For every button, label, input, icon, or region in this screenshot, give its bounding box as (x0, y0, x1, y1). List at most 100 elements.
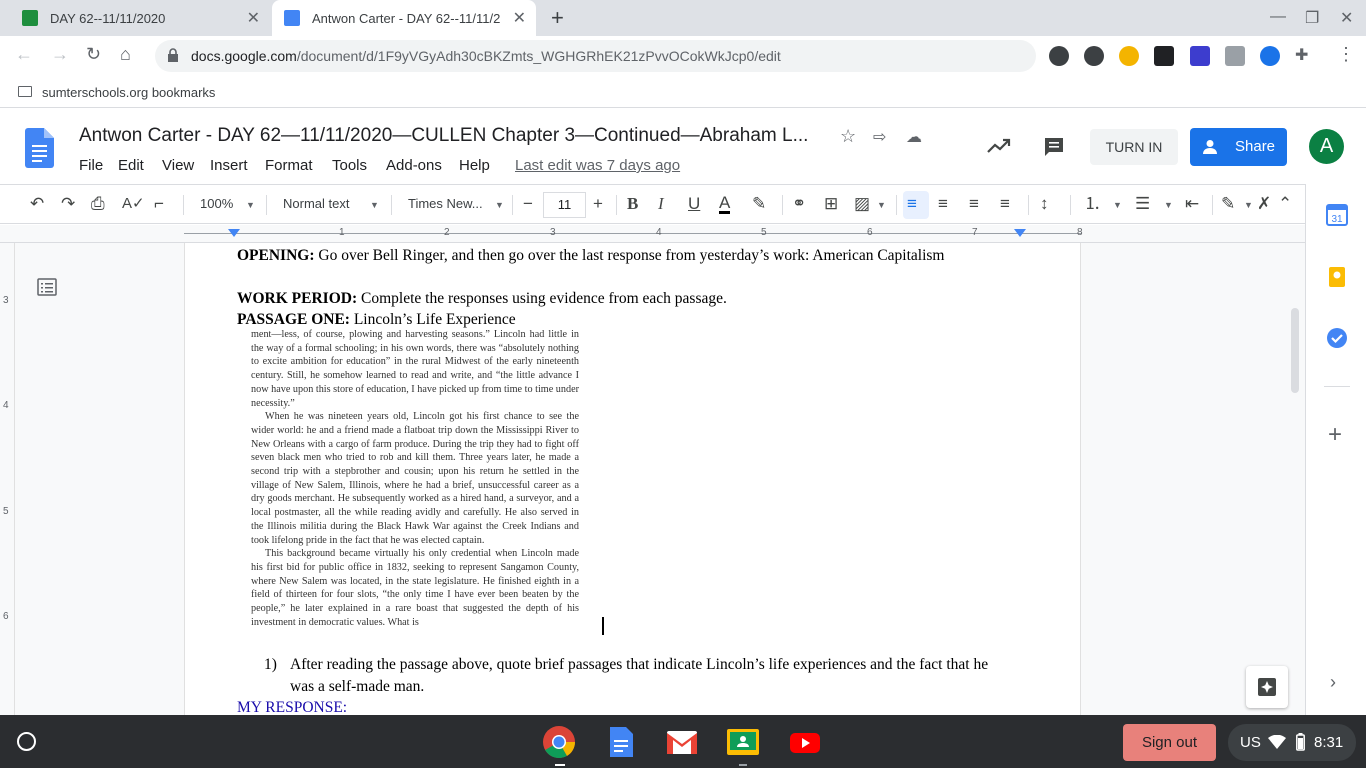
sign-out-button[interactable]: Sign out (1123, 724, 1216, 761)
docs-icon[interactable] (604, 725, 638, 759)
status-tray[interactable]: US 8:31 (1228, 724, 1356, 761)
extension-robot-icon[interactable] (1154, 46, 1174, 66)
decrease-indent-icon[interactable]: ⇤ (1185, 195, 1199, 213)
font-size-input[interactable]: 11 (543, 192, 586, 218)
new-tab-button[interactable]: + (551, 5, 564, 31)
menu-format[interactable]: Format (265, 157, 313, 174)
docs-logo-icon[interactable] (25, 128, 54, 168)
decrease-font-size-icon[interactable]: − (523, 195, 533, 213)
left-indent-marker[interactable] (228, 229, 240, 237)
italic-icon[interactable]: I (658, 195, 664, 213)
align-center-icon[interactable]: ≡ (938, 195, 948, 213)
align-left-icon[interactable]: ≡ (907, 195, 917, 213)
last-edit-link[interactable]: Last edit was 7 days ago (515, 157, 680, 174)
collapse-menus-icon[interactable]: ⌃ (1278, 195, 1292, 213)
document-title[interactable]: Antwon Carter - DAY 62—11/11/2020—CULLEN… (79, 125, 808, 147)
scrollbar-thumb[interactable] (1291, 308, 1299, 393)
keep-icon[interactable] (1326, 266, 1348, 288)
close-icon[interactable]: ✕ (247, 8, 260, 28)
reload-icon[interactable]: ↻ (86, 44, 101, 65)
wifi-icon (1268, 735, 1286, 749)
clear-formatting-icon[interactable]: ✗ (1257, 195, 1271, 213)
extension-shield-icon[interactable] (1049, 46, 1069, 66)
bold-icon[interactable]: B (627, 195, 638, 213)
paragraph-style-select[interactable]: Normal text (283, 196, 349, 211)
move-folder-icon[interactable]: ⇨ (873, 127, 886, 147)
bulleted-list-icon[interactable]: ☰ (1135, 195, 1150, 213)
launcher-button[interactable] (17, 732, 36, 751)
passage-scan-image[interactable]: ment—less, of course, plowing and harves… (251, 328, 579, 640)
home-icon[interactable]: ⌂ (120, 44, 131, 65)
menu-insert[interactable]: Insert (210, 157, 248, 174)
extension-shield-check-icon[interactable] (1260, 46, 1280, 66)
forward-icon[interactable]: → (51, 44, 69, 65)
tasks-icon[interactable] (1326, 327, 1348, 349)
extension-c-icon[interactable] (1190, 46, 1210, 66)
align-right-icon[interactable]: ≡ (969, 195, 979, 213)
comment-icon[interactable] (1043, 136, 1065, 158)
menu-tools[interactable]: Tools (332, 157, 367, 174)
folder-icon (18, 86, 32, 97)
chevron-down-icon: ▼ (1113, 200, 1122, 210)
text-color-icon[interactable]: A (719, 194, 731, 214)
chrome-icon[interactable] (542, 725, 576, 759)
classroom-icon[interactable] (726, 725, 760, 759)
star-icon[interactable]: ☆ (840, 126, 856, 147)
add-addon-icon[interactable]: + (1328, 421, 1342, 449)
font-select[interactable]: Times New... (408, 196, 483, 211)
zoom-select[interactable]: 100% (200, 196, 233, 211)
print-icon[interactable]: ⎙ (91, 195, 105, 213)
extension-globe-icon[interactable] (1119, 46, 1139, 66)
menu-addons[interactable]: Add-ons (386, 157, 442, 174)
right-indent-marker[interactable] (1014, 229, 1026, 237)
document-outline-icon[interactable] (37, 278, 57, 296)
paint-format-icon[interactable]: ⌐ (154, 195, 164, 213)
line-spacing-icon[interactable]: ↕ (1040, 195, 1049, 213)
address-bar[interactable]: docs.google.com/document/d/1F9yVGyAdh30c… (155, 40, 1036, 72)
window-close-icon[interactable]: ✕ (1340, 8, 1353, 28)
justify-icon[interactable]: ≡ (1000, 195, 1010, 213)
menu-edit[interactable]: Edit (118, 157, 144, 174)
avatar[interactable]: A (1309, 129, 1344, 164)
docs-header: Antwon Carter - DAY 62—11/11/2020—CULLEN… (0, 108, 1366, 184)
insert-link-icon[interactable]: ⚭ (792, 195, 806, 213)
spellcheck-icon[interactable]: A✓ (122, 195, 145, 213)
turn-in-button[interactable]: TURN IN (1090, 129, 1178, 165)
editing-mode-icon[interactable]: ✎ (1221, 195, 1235, 213)
numbered-list-icon[interactable]: ⒈ (1084, 195, 1101, 213)
cloud-status-icon[interactable]: ☁ (906, 127, 922, 147)
youtube-icon[interactable] (788, 725, 822, 759)
highlight-icon[interactable]: ✎ (752, 195, 766, 213)
opening-label: OPENING: (237, 247, 315, 264)
menu-view[interactable]: View (162, 157, 194, 174)
extension-shield-icon[interactable] (1084, 46, 1104, 66)
bookmark-folder[interactable]: sumterschools.org bookmarks (42, 85, 215, 100)
document-page[interactable]: OPENING: Go over Bell Ringer, and then g… (184, 243, 1081, 715)
close-icon[interactable]: ✕ (513, 8, 526, 28)
chevron-right-icon[interactable]: › (1330, 672, 1336, 693)
more-vert-icon[interactable]: ⋮ (1337, 44, 1355, 65)
activity-trend-icon[interactable] (987, 138, 1011, 154)
insert-image-icon[interactable]: ▨ (854, 195, 870, 213)
ruler-number: 1 (339, 227, 345, 238)
tab-docs[interactable]: Antwon Carter - DAY 62--11/11/2 ✕ (272, 0, 536, 36)
calendar-icon[interactable]: 31 (1326, 204, 1348, 226)
extensions-puzzle-icon[interactable]: ✚ (1295, 45, 1308, 65)
add-comment-icon[interactable]: ⊞ (824, 195, 838, 213)
menu-help[interactable]: Help (459, 157, 490, 174)
back-icon[interactable]: ← (15, 44, 33, 65)
document-canvas[interactable]: 3 4 5 6 OPENING: Go over Bell Ringer, an… (0, 243, 1305, 715)
gmail-icon[interactable] (665, 725, 699, 759)
restore-icon[interactable]: ❐ (1305, 8, 1319, 28)
underline-icon[interactable]: U (688, 195, 700, 213)
share-button[interactable]: Share (1190, 128, 1287, 166)
ruler-number: 3 (550, 227, 556, 238)
menu-file[interactable]: File (79, 157, 103, 174)
explore-button[interactable] (1246, 666, 1288, 708)
undo-icon[interactable]: ↶ (30, 195, 44, 213)
increase-font-size-icon[interactable]: + (593, 195, 603, 213)
extension-tile-icon[interactable] (1225, 46, 1245, 66)
tab-classroom[interactable]: DAY 62--11/11/2020 ✕ (8, 0, 270, 36)
redo-icon[interactable]: ↷ (61, 195, 75, 213)
minimize-icon[interactable]: — (1270, 8, 1286, 26)
